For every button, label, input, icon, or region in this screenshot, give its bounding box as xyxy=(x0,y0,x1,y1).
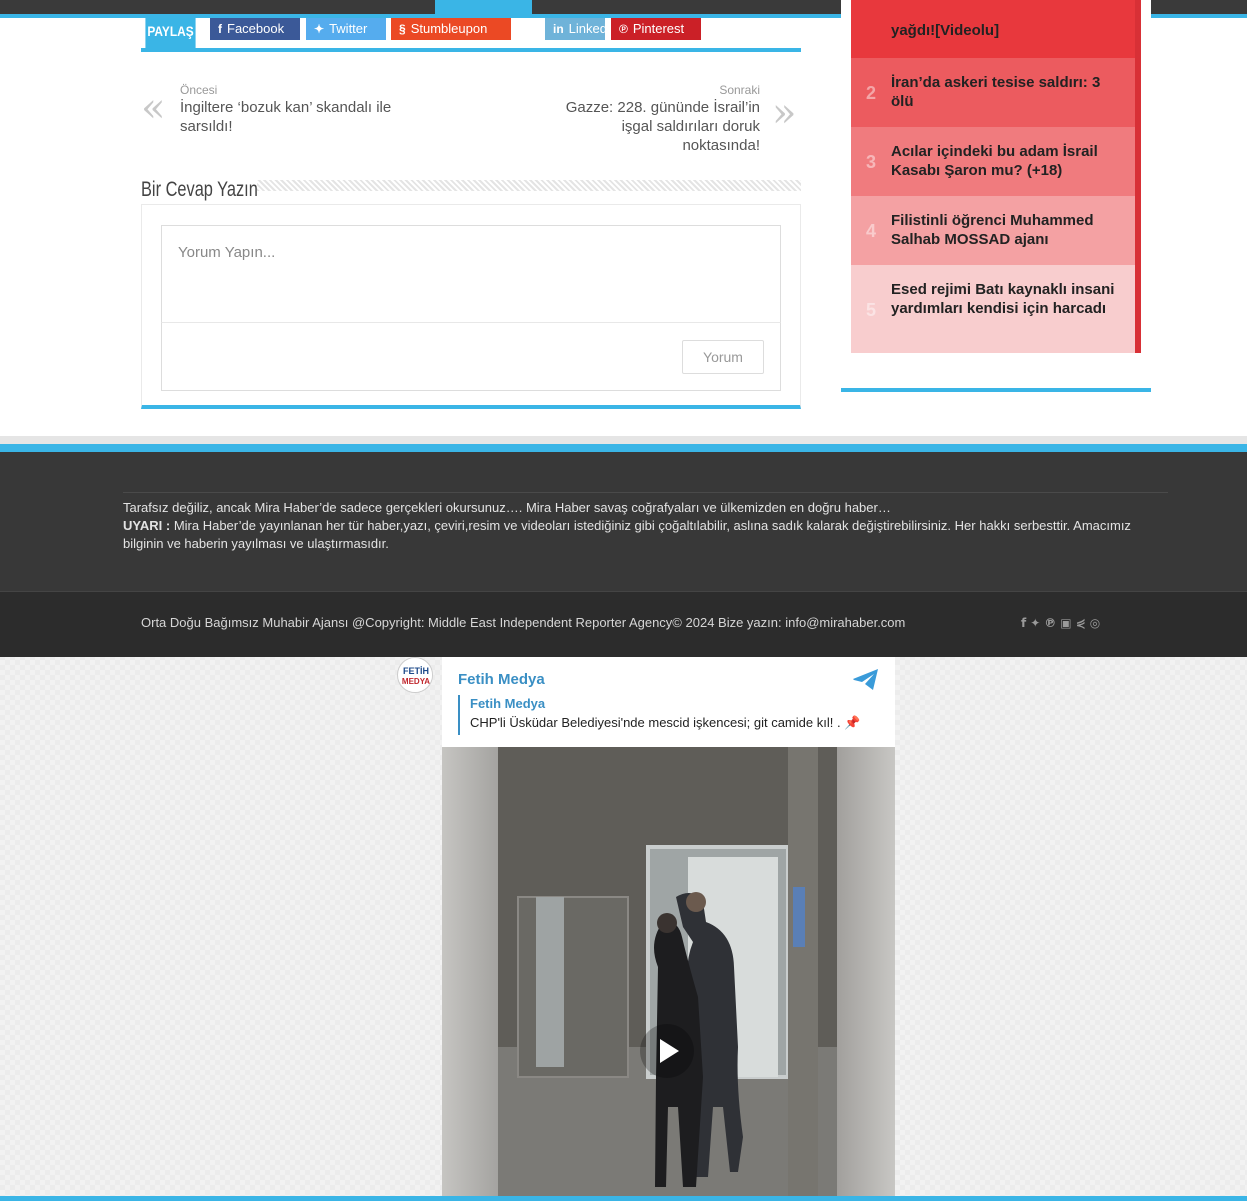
twitter-share-button[interactable]: ✦ Twitter xyxy=(306,18,386,40)
popular-item[interactable]: 4 Filistinli öğrenci Muhammed Salhab MOSS… xyxy=(851,196,1135,265)
share-label: PAYLAŞ xyxy=(145,18,196,48)
popular-item[interactable]: 2 İran’da askeri tesise saldırı: 3 ölü xyxy=(851,58,1135,127)
instagram-icon[interactable]: ◎ xyxy=(1090,616,1104,630)
pinterest-icon: ℗ xyxy=(619,22,628,36)
avatar-logo: FETİH MEDYA xyxy=(399,659,432,692)
video-player[interactable] xyxy=(442,747,895,1196)
prev-arrow-icon[interactable]: « xyxy=(141,88,165,128)
pinterest-icon[interactable]: ℗ xyxy=(1044,616,1060,630)
linkedin-icon: in xyxy=(553,22,564,36)
next-label: Sonraki xyxy=(719,83,760,97)
avatar-logo-line2: MEDYA xyxy=(402,677,430,686)
popular-item[interactable]: 3 Acılar içindeki bu adam İsrail Kasabı Ş… xyxy=(851,127,1135,196)
footer-about: Tarafsız değiliz, ancak Mira Haber’de sa… xyxy=(123,499,1173,553)
stumbleupon-icon: § xyxy=(399,22,406,36)
quote-author: Fetih Medya xyxy=(470,696,546,711)
share-button-label: Pinterest xyxy=(632,21,685,36)
share-bar: PAYLAŞ f Facebook ✦ Twitter § Stumbleupon in Li… xyxy=(141,18,801,52)
video-thumbnail xyxy=(498,747,837,1196)
linkedin-share-button[interactable]: in LinkedIn xyxy=(545,18,618,40)
footer-warning: UYARI : Mira Haber’de yayınlanan her tür… xyxy=(123,517,1173,553)
quote-text: CHP'li Üsküdar Belediyesi'nde mescid işk… xyxy=(470,715,861,730)
telegram-icon[interactable] xyxy=(852,668,880,692)
twitter-icon: ✦ xyxy=(314,22,325,36)
facebook-icon: f xyxy=(218,22,222,36)
copyright-text: Orta Doğu Bağımsız Muhabir Ajansı @Copyr… xyxy=(141,615,906,630)
share-button-label: Facebook xyxy=(227,21,285,36)
popular-rank: 5 xyxy=(866,300,877,320)
video-scene xyxy=(498,747,837,1196)
navbar-active-tab[interactable] xyxy=(435,0,532,18)
footer-tagline: Tarafsız değiliz, ancak Mira Haber’de sa… xyxy=(123,500,891,515)
facebook-icon[interactable]: f xyxy=(1021,616,1030,630)
twitter-icon[interactable]: ✦ xyxy=(1030,616,1044,630)
channel-name[interactable]: Fetih Medya xyxy=(458,671,545,688)
comment-textarea[interactable]: Yorum Yapın... xyxy=(161,225,781,323)
footer-divider xyxy=(123,492,1168,493)
popular-title: Esed rejimi Batı kaynaklı insani yardıml… xyxy=(891,281,1115,317)
popular-list-scrollbar[interactable] xyxy=(1135,0,1141,353)
play-icon[interactable] xyxy=(637,1023,697,1079)
footer-accent-line xyxy=(0,444,1247,452)
share-button-label: Twitter xyxy=(329,21,368,36)
pinterest-share-button[interactable]: ℗ Pinterest xyxy=(611,18,701,40)
popular-rank: 3 xyxy=(866,152,877,172)
prev-label: Öncesi xyxy=(180,83,218,97)
reply-quote[interactable]: Fetih Medya CHP'li Üsküdar Belediyesi'nd… xyxy=(458,695,878,735)
submit-comment-button[interactable]: Yorum xyxy=(682,340,764,374)
footer-social-icons: f✦℗▣⋞◎ xyxy=(1021,616,1104,630)
video-blur-right xyxy=(837,747,895,1196)
stumbleupon-share-button[interactable]: § Stumbleupon xyxy=(391,18,511,40)
footer-separator xyxy=(0,436,1247,444)
popular-title: yağdı![Videolu] xyxy=(891,22,1000,39)
prev-post-link[interactable]: İngiltere ‘bozuk kan’ skandalı ile sarsı… xyxy=(180,98,420,136)
video-blur-left xyxy=(442,747,498,1196)
popular-item[interactable]: yağdı![Videolu] xyxy=(851,0,1135,58)
facebook-share-button[interactable]: f Facebook xyxy=(210,18,300,40)
share-button-label: Stumbleupon xyxy=(410,21,488,36)
channel-avatar[interactable]: FETİH MEDYA xyxy=(397,657,433,693)
popular-title: Filistinli öğrenci Muhammed Salhab MOSSA… xyxy=(891,212,1094,248)
heading-decoration xyxy=(257,180,801,191)
popular-title: İran’da askeri tesise saldırı: 3 ölü xyxy=(891,74,1101,110)
next-post-link[interactable]: Gazze: 228. gününde İsrail’in işgal sald… xyxy=(560,98,760,155)
next-arrow-icon[interactable]: » xyxy=(772,93,796,133)
avatar-logo-line1: FETİH xyxy=(403,666,429,676)
popular-rank: 4 xyxy=(866,221,877,241)
reply-heading: Bir Cevap Yazın xyxy=(141,178,258,201)
popular-title: Acılar içindeki bu adam İsrail Kasabı Şa… xyxy=(891,143,1098,179)
popular-rank: 2 xyxy=(866,83,877,103)
popular-item[interactable]: 5 Esed rejimi Batı kaynaklı insani yardım… xyxy=(851,265,1135,353)
warning-text: Mira Haber’de yayınlanan her tür haber,y… xyxy=(123,518,1131,551)
youtube-icon[interactable]: ▣ xyxy=(1060,616,1075,630)
share-icon[interactable]: ⋞ xyxy=(1076,616,1090,630)
page-bottom-line xyxy=(0,1196,1247,1201)
warning-label: UYARI : xyxy=(123,518,171,533)
